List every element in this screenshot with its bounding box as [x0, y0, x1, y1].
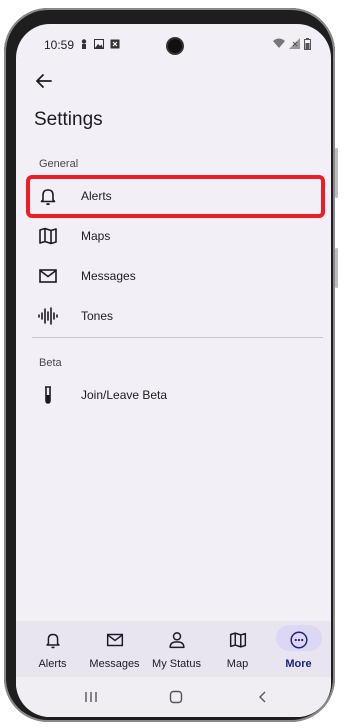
map-icon	[36, 224, 60, 248]
settings-item-tones[interactable]: Tones	[16, 296, 331, 336]
settings-item-join-leave-beta[interactable]: Join/Leave Beta	[16, 375, 331, 415]
system-navigation-bar	[16, 677, 331, 717]
front-camera	[168, 39, 182, 53]
home-button[interactable]	[166, 687, 186, 707]
settings-item-maps[interactable]: Maps	[16, 216, 331, 256]
bell-icon	[45, 633, 60, 649]
image-notification-icon	[94, 39, 104, 49]
section-divider	[32, 337, 323, 338]
settings-item-messages[interactable]: Messages	[16, 256, 331, 296]
settings-item-label: Messages	[81, 269, 136, 283]
nav-item-map[interactable]: Map	[206, 621, 269, 677]
recent-apps-icon	[85, 692, 97, 702]
mail-icon	[36, 264, 60, 288]
back-nav-button[interactable]	[253, 687, 273, 707]
phone-frame: 10:59 Settings General Alerts Maps Messa…	[4, 8, 338, 722]
screen: 10:59 Settings General Alerts Maps Messa…	[16, 24, 331, 717]
app-notification-icon	[110, 39, 120, 49]
highlight-box	[26, 175, 325, 218]
test-tube-icon	[36, 383, 60, 407]
arrow-back-icon	[36, 74, 52, 88]
battery-icon	[304, 38, 311, 50]
section-label-beta: Beta	[39, 357, 62, 369]
volume-button	[335, 148, 338, 198]
sound-wave-icon	[36, 304, 60, 328]
notification-icons	[80, 39, 120, 49]
system-status-icons	[273, 38, 311, 50]
signal-icon	[289, 38, 300, 49]
status-time: 10:59	[44, 38, 75, 52]
chevron-left-icon	[259, 691, 266, 703]
wifi-icon	[273, 38, 285, 48]
page-title: Settings	[34, 109, 103, 130]
settings-item-label: Tones	[81, 309, 114, 323]
bottom-navigation: Alerts Messages My Status Map More	[16, 621, 331, 677]
settings-item-label: Join/Leave Beta	[81, 388, 168, 402]
mail-icon	[106, 633, 123, 647]
nav-label: Map	[226, 658, 249, 670]
map-icon	[229, 632, 246, 648]
person-icon	[168, 632, 185, 649]
nav-label: More	[285, 658, 312, 670]
person-notification-icon	[81, 39, 87, 49]
home-icon	[169, 690, 183, 704]
nav-item-messages[interactable]: Messages	[83, 621, 146, 677]
settings-item-label: Maps	[81, 229, 111, 243]
nav-label: Alerts	[38, 658, 67, 670]
nav-item-alerts[interactable]: Alerts	[21, 621, 84, 677]
recent-apps-button[interactable]	[81, 687, 101, 707]
nav-item-more[interactable]: More	[267, 621, 330, 677]
nav-label: My Status	[152, 658, 201, 670]
power-button	[335, 248, 338, 288]
back-button[interactable]	[32, 69, 56, 93]
nav-label: Messages	[89, 658, 140, 670]
nav-item-my-status[interactable]: My Status	[145, 621, 208, 677]
section-label-general: General	[39, 158, 79, 170]
more-icon	[289, 631, 308, 649]
status-bar: 10:59	[16, 24, 331, 54]
